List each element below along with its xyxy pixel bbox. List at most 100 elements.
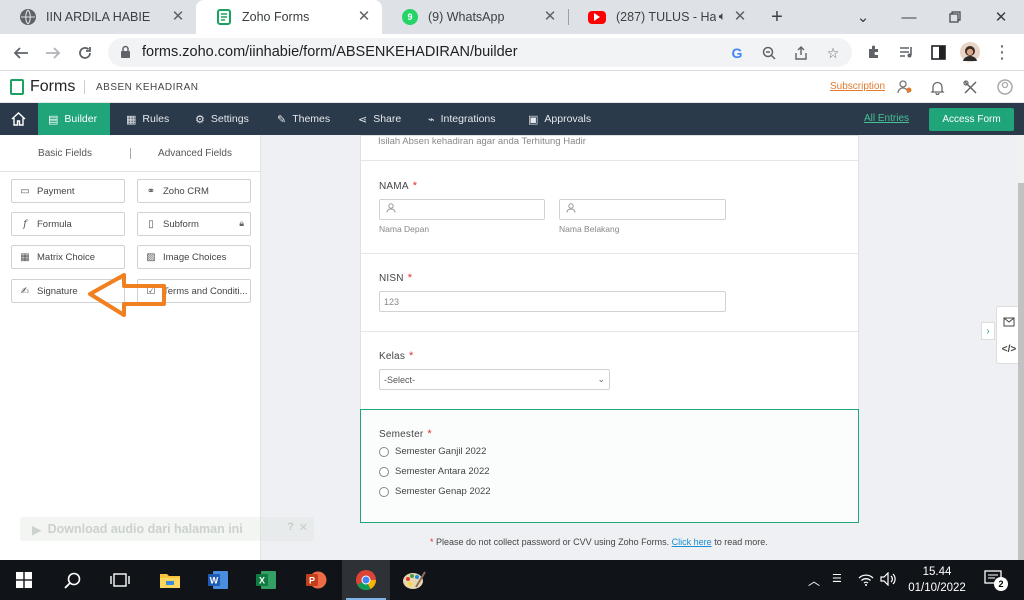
extensions-icon[interactable] [864, 42, 884, 62]
excel-icon[interactable]: X [242, 560, 290, 600]
home-icon[interactable] [0, 103, 36, 135]
minimize-button[interactable]: — [886, 0, 932, 34]
chrome-menu-icon[interactable]: ⋮ [992, 42, 1012, 62]
close-icon[interactable]: ✕ [356, 9, 372, 25]
plug-icon: ⌁ [428, 113, 435, 126]
task-view-icon[interactable] [96, 560, 144, 600]
field-panel: Basic Fields Advanced Fields ▭ Payment ⚭… [0, 135, 261, 560]
pen-icon: ✍︎ [20, 285, 30, 297]
all-entries-link[interactable]: All Entries [864, 113, 909, 124]
new-tab-button[interactable]: + [766, 6, 788, 28]
restore-button[interactable] [932, 0, 978, 34]
tab-zoho-forms[interactable]: Zoho Forms ✕ [196, 0, 382, 34]
section-divider [361, 253, 858, 254]
tab-whatsapp[interactable]: 9 (9) WhatsApp ✕ [382, 0, 568, 34]
side-panel-icon[interactable] [928, 42, 948, 62]
chrome-taskbar-icon[interactable] [342, 560, 390, 600]
radio-option[interactable]: Semester Antara 2022 [379, 466, 490, 477]
word-icon[interactable]: W [194, 560, 242, 600]
volume-icon[interactable] [880, 571, 898, 589]
search-icon[interactable] [48, 560, 96, 600]
address-bar[interactable]: forms.zoho.com/iinhabie/form/ABSENKEHADI… [108, 38, 852, 67]
play-icon: ▶ [32, 522, 42, 537]
field-matrix-choice[interactable]: ▦ Matrix Choice [11, 245, 125, 269]
download-audio-overlay[interactable]: ▶ Download audio dari halaman ini ? ✕ [20, 517, 314, 541]
forward-arrow-icon[interactable] [40, 40, 66, 66]
field-payment[interactable]: ▭ Payment [11, 179, 125, 203]
back-arrow-icon[interactable] [8, 40, 34, 66]
nav-share-label: Share [373, 113, 402, 125]
scrollbar-thumb[interactable] [1018, 183, 1024, 563]
app-name: Forms [30, 78, 76, 95]
access-form-button[interactable]: Access Form [929, 108, 1014, 131]
profile-avatar[interactable] [960, 42, 980, 62]
radio-circle[interactable] [379, 486, 389, 497]
nav-integrations[interactable]: ⌁ Integrations [418, 103, 506, 135]
notification-badge: 2 [994, 577, 1008, 591]
close-icon[interactable]: ✕ [170, 9, 186, 25]
field-label: Formula [37, 218, 72, 230]
label-text: NAMA [379, 181, 409, 192]
media-control-icon[interactable] [896, 42, 916, 62]
field-subform[interactable]: ▯ Subform 🔒︎ [137, 212, 251, 236]
share-icon[interactable] [792, 44, 810, 62]
windows-start-icon[interactable] [0, 560, 48, 600]
bookmark-star-icon[interactable]: ☆ [824, 44, 842, 62]
nav-settings[interactable]: ⚙ Settings [185, 103, 259, 135]
last-name-input[interactable] [559, 199, 726, 220]
field-formula[interactable]: f Formula [11, 212, 125, 236]
field-zoho-crm[interactable]: ⚭ Zoho CRM [137, 179, 251, 203]
close-window-button[interactable]: ✕ [978, 0, 1024, 34]
input-method-icon[interactable]: ☰ [832, 572, 842, 585]
radio-option[interactable]: Semester Genap 2022 [379, 486, 491, 497]
nav-builder[interactable]: ▤ Builder [38, 103, 110, 135]
chevron-right-icon[interactable]: › [981, 322, 995, 340]
zoho-forms-logo[interactable]: Forms [10, 78, 75, 96]
label-text: Semester [379, 429, 424, 440]
tab-advanced-fields[interactable]: Advanced Fields [130, 135, 260, 171]
notification-icon[interactable]: 2 [984, 570, 1008, 591]
file-explorer-icon[interactable] [146, 560, 194, 600]
field-semester-label: Semester * [379, 428, 432, 440]
speaker-icon[interactable]: 🔈︎ [719, 9, 726, 24]
tab-basic-fields[interactable]: Basic Fields [0, 135, 130, 171]
bell-icon[interactable] [928, 78, 946, 96]
close-icon[interactable]: ✕ [542, 9, 558, 25]
nav-share[interactable]: ⋖ Share [348, 103, 411, 135]
first-name-input[interactable] [379, 199, 545, 220]
click-here-link[interactable]: Click here [672, 537, 712, 547]
close-icon[interactable]: ✕ [299, 521, 308, 534]
tools-icon[interactable] [961, 78, 979, 96]
paint-icon[interactable] [390, 560, 438, 600]
wifi-icon[interactable] [858, 572, 874, 589]
tab-search-icon[interactable]: ⌄ [840, 0, 886, 34]
tab-iin-ardila[interactable]: IIN ARDILA HABIE ✕ [0, 0, 196, 34]
reload-icon[interactable] [72, 40, 98, 66]
close-icon[interactable]: ✕ [732, 9, 748, 25]
radio-circle[interactable] [379, 446, 389, 457]
nav-approvals[interactable]: ▣ Approvals [518, 103, 601, 135]
user-settings-icon[interactable] [896, 78, 914, 96]
zoho-header: Forms ABSEN KEHADIRAN Subscription [0, 71, 1024, 103]
lock-icon[interactable] [120, 45, 131, 62]
approvals-icon: ▣ [528, 113, 539, 126]
google-translate-icon[interactable]: G [728, 44, 746, 62]
radio-circle[interactable] [379, 466, 389, 477]
scrollbar[interactable] [1018, 135, 1024, 563]
help-icon[interactable]: ? [287, 521, 294, 533]
chevron-up-icon[interactable]: ︿ [808, 572, 820, 589]
nisn-input[interactable]: 123 [379, 291, 726, 312]
account-icon[interactable] [996, 78, 1014, 96]
field-image-choices[interactable]: ▨ Image Choices [137, 245, 251, 269]
radio-option[interactable]: Semester Ganjil 2022 [379, 446, 486, 457]
field-label: Subform [163, 218, 199, 230]
kelas-select[interactable]: -Select- ⌄ [379, 369, 610, 390]
label-text: NISN [379, 273, 404, 284]
powerpoint-icon[interactable]: P [292, 560, 340, 600]
tab-youtube[interactable]: (287) TULUS - Hati 🔈︎ ✕ [568, 0, 758, 34]
subscription-link[interactable]: Subscription [830, 81, 885, 92]
nav-rules[interactable]: ▦ Rules [116, 103, 179, 135]
zoom-icon[interactable] [760, 44, 778, 62]
nav-themes[interactable]: ✎ Themes [267, 103, 340, 135]
system-clock[interactable]: 15.44 01/10/2022 [906, 564, 968, 596]
